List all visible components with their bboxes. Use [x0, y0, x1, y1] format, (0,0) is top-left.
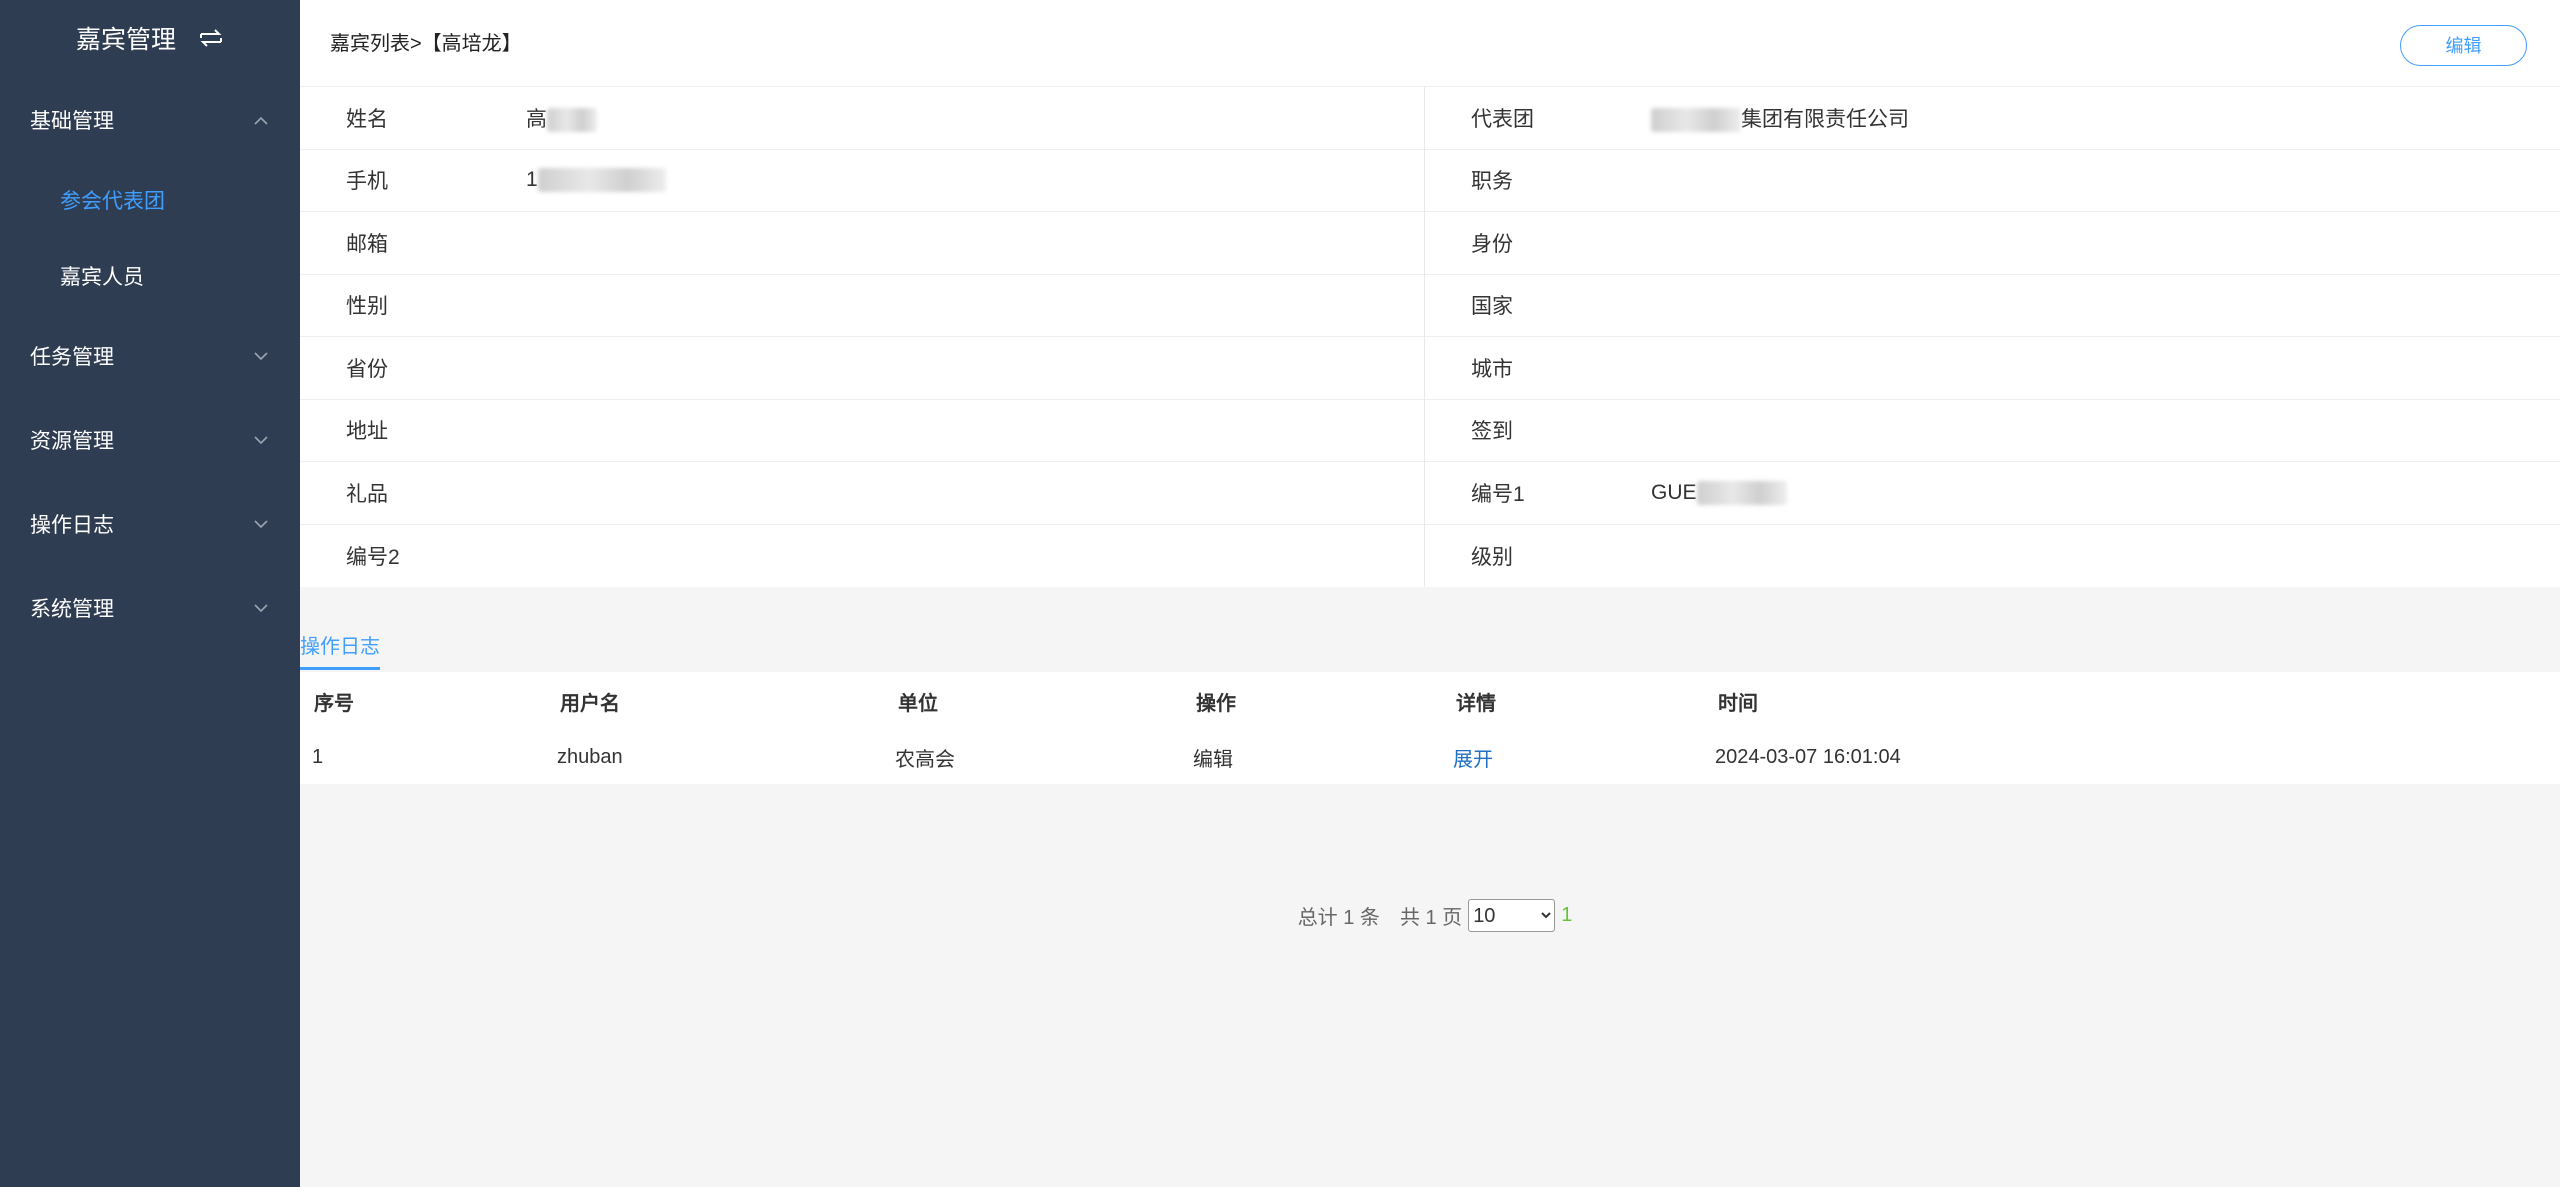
column-header: 详情 [1456, 692, 1496, 715]
app-root: 嘉宾管理 基础管理 参会代表团 嘉宾人员 任务管理 资源管理 操作日志 系统管理… [0, 0, 2560, 1187]
detail-row-number2: 编号2 [300, 525, 1424, 588]
cell-unit: 农高会 [895, 748, 955, 771]
sidebar-group-label: 操作日志 [30, 514, 114, 537]
sidebar-group-basic[interactable]: 基础管理 [0, 78, 300, 162]
field-label: 省份 [346, 357, 388, 381]
sidebar-group-tasks[interactable]: 任务管理 [0, 314, 300, 398]
detail-row-gift: 礼品 [300, 462, 1424, 525]
detail-row-address: 地址 [300, 400, 1424, 462]
field-value-name: 高 [526, 103, 597, 133]
log-tab-bar: 操作日志 [300, 630, 2560, 670]
column-header: 时间 [1718, 692, 1758, 715]
sidebar-item-delegation[interactable]: 参会代表团 [0, 162, 300, 238]
field-label: 职务 [1471, 170, 1513, 194]
chevron-down-icon [252, 347, 270, 365]
app-title: 嘉宾管理 [75, 26, 176, 54]
redacted-value [547, 108, 597, 133]
sidebar-group-label: 任务管理 [30, 346, 114, 369]
detail-column-left: 姓名 高 手机 1 邮箱 性别 省份 地址 礼品 编号2 [300, 87, 1424, 587]
sidebar-group-label: 资源管理 [30, 430, 114, 453]
table-header: 序号 用户名 单位 操作 详情 时间 [300, 672, 2560, 730]
guest-detail-panel: 姓名 高 手机 1 邮箱 性别 省份 地址 礼品 编号2 代表团 集团有限责任公… [300, 87, 2560, 587]
field-label: 邮箱 [346, 232, 388, 256]
field-label: 代表团 [1471, 107, 1534, 131]
sidebar-group-label: 基础管理 [30, 110, 114, 133]
field-label: 编号2 [346, 545, 400, 569]
column-header: 序号 [314, 692, 354, 715]
sidebar: 嘉宾管理 基础管理 参会代表团 嘉宾人员 任务管理 资源管理 操作日志 系统管理 [0, 0, 300, 1187]
cell-time: 2024-03-07 16:01:04 [1715, 745, 1901, 768]
chevron-down-icon [252, 515, 270, 533]
sidebar-group-label: 系统管理 [30, 598, 114, 621]
redacted-value [1651, 108, 1741, 133]
sidebar-menu: 基础管理 参会代表团 嘉宾人员 任务管理 资源管理 操作日志 系统管理 [0, 78, 300, 650]
field-label: 地址 [346, 420, 388, 444]
detail-row-position: 职务 [1425, 150, 2560, 212]
detail-row-level: 级别 [1425, 525, 2560, 588]
detail-row-checkin: 签到 [1425, 400, 2560, 462]
field-label: 身份 [1471, 232, 1513, 256]
chevron-down-icon [252, 431, 270, 449]
field-label: 国家 [1471, 295, 1513, 319]
field-label: 性别 [346, 295, 388, 319]
cell-detail: 展开 [1453, 743, 1715, 772]
table-row: 1 zhuban 农高会 编辑 展开 2024-03-07 16:01:04 [300, 730, 2560, 784]
page-size-select[interactable]: 102050100 [1468, 899, 1556, 932]
page-header: 嘉宾列表>【高培龙】 编辑 [300, 0, 2560, 87]
cell-index: 1 [312, 745, 324, 768]
tab-operation-log[interactable]: 操作日志 [300, 630, 380, 670]
operation-log-table: 序号 用户名 单位 操作 详情 时间 1 zhuban 农高会 编辑 展开 20… [300, 672, 2560, 784]
cell-action: 编辑 [1193, 748, 1233, 771]
detail-row-number1: 编号1 GUE [1425, 462, 2560, 525]
sidebar-item-guests[interactable]: 嘉宾人员 [0, 238, 300, 314]
pagination-total: 总计 1 条 [1297, 907, 1380, 929]
chevron-down-icon [252, 599, 270, 617]
column-header: 用户名 [560, 692, 620, 715]
breadcrumb: 嘉宾列表>【高培龙】 [330, 32, 522, 55]
pagination-pages: 共 1 页 [1399, 907, 1463, 929]
main-content: 嘉宾列表>【高培龙】 编辑 姓名 高 手机 1 邮箱 性别 省份 地址 礼品 编… [300, 0, 2560, 1187]
sidebar-group-logs[interactable]: 操作日志 [0, 482, 300, 566]
field-value-phone: 1 [526, 168, 666, 193]
column-header: 单位 [898, 692, 938, 715]
detail-row-gender: 性别 [300, 275, 1424, 337]
chevron-up-icon [252, 111, 270, 129]
pagination: 总计 1 条 共 1 页 102050100 1 [300, 899, 2560, 932]
expand-link[interactable]: 展开 [1453, 749, 1493, 771]
detail-row-phone: 手机 1 [300, 150, 1424, 212]
field-value-number1: GUE [1651, 481, 1787, 505]
detail-row-name: 姓名 高 [300, 87, 1424, 150]
detail-row-delegation: 代表团 集团有限责任公司 [1425, 87, 2560, 150]
field-value-delegation: 集团有限责任公司 [1651, 103, 1909, 133]
cell-user: zhuban [557, 745, 623, 768]
field-label: 手机 [346, 170, 388, 194]
field-label: 编号1 [1471, 482, 1525, 506]
sidebar-item-label: 嘉宾人员 [60, 266, 144, 289]
edit-button[interactable]: 编辑 [2400, 24, 2527, 66]
redacted-value [537, 168, 666, 193]
current-page[interactable]: 1 [1561, 904, 1572, 927]
collapse-toggle-icon[interactable] [198, 27, 224, 49]
field-label: 姓名 [346, 107, 388, 131]
field-label: 签到 [1471, 420, 1513, 444]
field-label: 城市 [1471, 357, 1513, 381]
detail-column-right: 代表团 集团有限责任公司 职务 身份 国家 城市 签到 编号1 GUE 级别 [1425, 87, 2560, 587]
sidebar-group-system[interactable]: 系统管理 [0, 566, 300, 650]
field-label: 级别 [1471, 545, 1513, 569]
sidebar-group-resources[interactable]: 资源管理 [0, 398, 300, 482]
sidebar-item-label: 参会代表团 [60, 190, 165, 213]
detail-row-province: 省份 [300, 337, 1424, 400]
detail-row-city: 城市 [1425, 337, 2560, 400]
detail-row-identity: 身份 [1425, 212, 2560, 275]
redacted-value [1696, 480, 1787, 505]
column-header: 操作 [1196, 692, 1236, 715]
detail-row-country: 国家 [1425, 275, 2560, 337]
field-label: 礼品 [346, 482, 388, 506]
sidebar-header: 嘉宾管理 [0, 0, 300, 76]
detail-row-email: 邮箱 [300, 212, 1424, 275]
